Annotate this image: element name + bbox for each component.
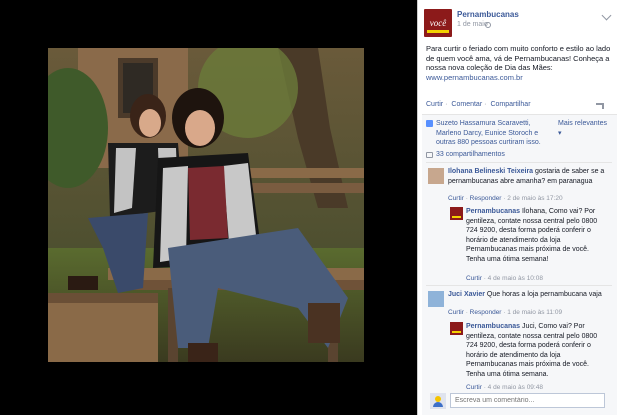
commenter-avatar[interactable]	[428, 291, 444, 307]
reply-meta: Curtir · 4 de maio às 10:08	[466, 275, 543, 282]
reply-author[interactable]: Pernambucanas	[466, 323, 520, 330]
comment-input[interactable]	[450, 393, 605, 408]
comment-like-link[interactable]: Curtir	[448, 195, 464, 202]
commenter-avatar[interactable]	[428, 168, 444, 184]
comment: Juci Xavier Que horas a loja pernambucan…	[426, 285, 612, 395]
comment-author[interactable]: Ilohana Belineski Teixeira	[448, 168, 533, 175]
reply-meta: Curtir · 4 de maio às 09:48	[466, 384, 543, 391]
share-icon	[426, 152, 433, 158]
likes-text[interactable]: Suzeto Hassamura Scaravetti, Marleno Dar…	[436, 119, 556, 148]
comment-text: Que horas a loja pernambucana vaja	[486, 291, 602, 298]
reply-time[interactable]: 4 de maio às 09:48	[488, 384, 543, 391]
feedback-section: Suzeto Hassamura Scaravetti, Marleno Dar…	[422, 114, 617, 415]
comment-body: Juci Xavier Que horas a loja pernambucan…	[448, 290, 610, 300]
reply-body: Pernambucanas Ilohana, Como vai? Por gen…	[466, 207, 606, 264]
like-action[interactable]: Curtir	[426, 101, 443, 108]
page-avatar[interactable]: você	[424, 9, 452, 37]
reply-like-link[interactable]: Curtir	[466, 384, 482, 391]
reply-time[interactable]: 4 de maio às 10:08	[488, 275, 543, 282]
comment-reply-link[interactable]: Responder	[470, 309, 502, 316]
post-photo[interactable]	[48, 48, 364, 362]
post-text-block: Para curtir o feriado com muito conforto…	[426, 44, 614, 82]
reply-body: Pernambucanas Juci, Como vai? Por gentil…	[466, 322, 606, 379]
post-side-panel: você Pernambucanas 1 de maio Para curtir…	[417, 0, 620, 415]
user-avatar	[430, 393, 446, 409]
comment-action[interactable]: Comentar	[451, 101, 482, 108]
comment-like-link[interactable]: Curtir	[448, 309, 464, 316]
comment-meta: Curtir · Responder · 2 de maio às 17:20	[448, 195, 563, 202]
reply-author[interactable]: Pernambucanas	[466, 208, 520, 215]
shares-text: 33 compartilhamentos	[436, 151, 505, 158]
reply-like-link[interactable]: Curtir	[466, 275, 482, 282]
comment-author[interactable]: Juci Xavier	[448, 291, 485, 298]
post-text: Para curtir o feriado com muito conforto…	[426, 44, 611, 72]
like-icon	[426, 120, 433, 127]
separator: ·	[484, 101, 487, 108]
sort-dropdown[interactable]: Mais relevantes ▾	[558, 119, 612, 138]
post-link[interactable]: www.pernambucanas.com.br	[426, 73, 523, 82]
comment-time[interactable]: 1 de maio às 11:09	[507, 309, 562, 316]
page-name-link[interactable]: Pernambucanas	[457, 10, 519, 19]
comment-time[interactable]: 2 de maio às 17:20	[507, 195, 562, 202]
reply-text: Juci, Como vai? Por gentileza, contate n…	[466, 323, 598, 378]
separator: ·	[445, 101, 448, 108]
reply-avatar[interactable]	[450, 322, 463, 335]
post-date[interactable]: 1 de maio	[457, 21, 488, 28]
reply-text: Ilohana, Como vai? Por gentileza, contat…	[466, 208, 598, 263]
avatar-logo-text: você	[429, 18, 447, 28]
comment-meta: Curtir · Responder · 1 de maio às 11:09	[448, 309, 563, 316]
share-icon[interactable]	[596, 103, 604, 109]
reply: Pernambucanas Ilohana, Como vai? Por gen…	[450, 207, 610, 287]
chevron-down-icon[interactable]	[601, 10, 612, 21]
write-comment-box	[428, 392, 611, 410]
avatar-logo-bar	[427, 30, 449, 33]
post-actions: Curtir · Comentar · Compartilhar	[426, 101, 614, 115]
share-action[interactable]: Compartilhar	[490, 101, 530, 108]
comment-reply-link[interactable]: Responder	[470, 195, 502, 202]
reply: Pernambucanas Juci, Como vai? Por gentil…	[450, 322, 610, 394]
comment: Ilohana Belineski Teixeira gostaria de s…	[426, 162, 612, 292]
post-header: você Pernambucanas 1 de maio	[424, 6, 618, 40]
photo-viewer	[0, 0, 417, 415]
reply-avatar[interactable]	[450, 207, 463, 220]
comment-body: Ilohana Belineski Teixeira gostaria de s…	[448, 167, 610, 186]
globe-icon	[485, 22, 491, 28]
